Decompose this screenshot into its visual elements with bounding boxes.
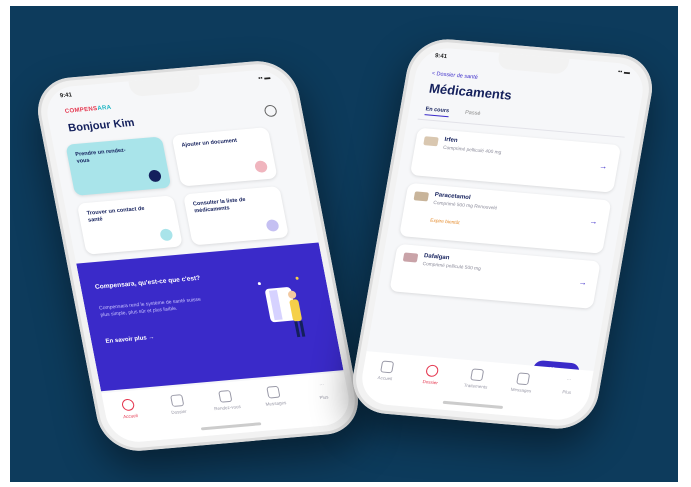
signal-battery-icon: ▪▪ ▬ <box>617 69 631 77</box>
promo-learn-more-link[interactable]: En savoir plus → <box>105 335 155 345</box>
contact-icon <box>159 228 174 242</box>
tab-folder[interactable]: Dossier <box>156 393 200 416</box>
calendar-icon <box>218 389 233 403</box>
tile-add-document[interactable]: Ajouter un document <box>171 127 278 187</box>
more-icon: ··· <box>318 381 325 388</box>
tile-find-contact[interactable]: Trouver un contact de santé <box>76 195 183 255</box>
arrow-right-icon: → <box>578 277 588 288</box>
tab-past[interactable]: Passé <box>464 110 481 120</box>
tab-messages[interactable]: Messages <box>501 371 544 394</box>
calendar-icon <box>147 169 163 183</box>
arrow-right-icon: → <box>598 161 609 172</box>
signal-battery-icon: ▪▪ ▬ <box>257 75 271 82</box>
medication-card[interactable]: Dafalgan Comprimé pelliculé 500 mg → <box>389 243 601 309</box>
folder-icon <box>425 364 440 378</box>
medication-thumbnail <box>423 136 439 147</box>
status-time: 9:41 <box>59 92 73 100</box>
greeting-title: Bonjour Kim <box>67 116 136 135</box>
home-icon <box>121 398 136 412</box>
brand-logo: COMPENSARA <box>64 104 113 115</box>
back-link[interactable]: < Dossier de santé <box>431 71 478 81</box>
tile-appointment[interactable]: Prendre un rendez-vous <box>65 136 172 196</box>
page-title: Médicaments <box>427 80 513 103</box>
tab-current[interactable]: En cours <box>424 106 450 118</box>
segment-tabs: En cours Passé <box>424 106 481 120</box>
medication-name: Dafalgan <box>423 253 450 262</box>
tab-treatments[interactable]: Traitements <box>455 367 498 390</box>
mockup-background: 9:41 ▪▪ ▬ COMPENSARA Bonjour Kim Prendre… <box>10 6 678 482</box>
home-screen: 9:41 ▪▪ ▬ COMPENSARA Bonjour Kim Prendre… <box>42 67 354 445</box>
message-icon <box>515 372 531 386</box>
tab-home[interactable]: Accueil <box>107 397 151 420</box>
tab-appointments[interactable]: Rendez-vous <box>204 389 248 412</box>
phone-medications: 9:41 ▪▪ ▬ < Dossier de santé Médicaments… <box>347 36 658 432</box>
tab-messages[interactable]: Messages <box>253 384 297 407</box>
medication-card[interactable]: Irfen Comprimé pelliculé 400 mg → <box>409 127 622 193</box>
tab-home[interactable]: Accueil <box>364 359 407 382</box>
medication-thumbnail <box>413 191 430 202</box>
arrow-right-icon: → <box>588 216 599 227</box>
pill-icon <box>265 219 280 232</box>
document-icon <box>253 160 269 174</box>
tile-medication-list[interactable]: Consulter la liste de médicaments <box>182 186 290 246</box>
pill-icon <box>470 368 485 382</box>
medication-name: Irfen <box>443 136 458 145</box>
tile-label: Prendre un rendez-vous <box>74 147 127 165</box>
message-icon <box>266 385 281 399</box>
more-icon: ··· <box>566 376 572 382</box>
promo-heading: Compensara, qu'est-ce que c'est? <box>94 274 201 291</box>
tab-more[interactable]: ··· Plus <box>301 380 345 401</box>
settings-gear-icon[interactable] <box>263 104 278 118</box>
medication-name: Paracetamol <box>434 192 471 202</box>
medication-thumbnail <box>402 252 419 263</box>
tab-folder[interactable]: Dossier <box>410 363 453 386</box>
promo-illustration <box>257 276 306 338</box>
status-time: 9:41 <box>434 53 448 61</box>
medications-screen: 9:41 ▪▪ ▬ < Dossier de santé Médicaments… <box>357 45 648 423</box>
promo-banner: Compensara, qu'est-ce que c'est? Compens… <box>76 242 344 392</box>
expiry-warning: Expire bientôt <box>429 218 460 227</box>
tile-label: Ajouter un document <box>181 137 238 149</box>
home-icon <box>379 360 394 374</box>
medication-description: Comprimé pelliculé 400 mg <box>442 145 502 156</box>
promo-body: Compensara rend le système de santé suis… <box>98 296 202 319</box>
medication-description: Comprimé 500 mg Renouvelé <box>432 200 498 212</box>
tab-more[interactable]: ··· Plus <box>546 375 589 396</box>
tile-label: Trouver un contact de santé <box>86 205 146 224</box>
medication-description: Comprimé pelliculé 500 mg <box>422 262 482 273</box>
phone-home: 9:41 ▪▪ ▬ COMPENSARA Bonjour Kim Prendre… <box>31 58 365 454</box>
medication-card[interactable]: Paracetamol Comprimé 500 mg Renouvelé Ex… <box>399 182 612 254</box>
folder-icon <box>169 394 184 408</box>
tile-label: Consulter la liste de médicaments <box>192 196 247 215</box>
